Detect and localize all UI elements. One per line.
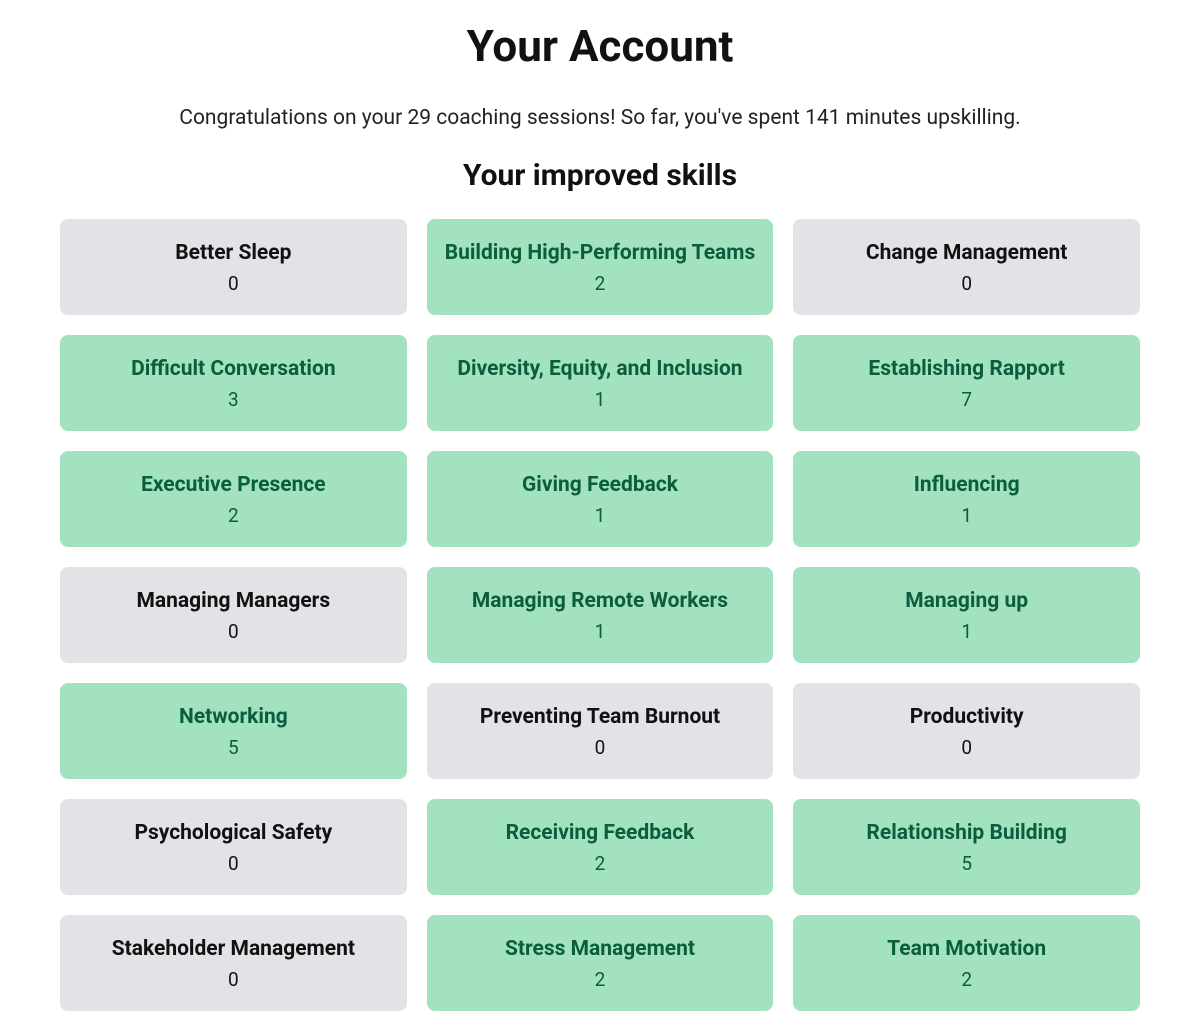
skill-label: Managing Remote Workers (472, 589, 728, 614)
skill-card[interactable]: Managing Remote Workers 1 (427, 567, 774, 663)
skill-label: Stress Management (505, 937, 695, 962)
skill-count: 1 (595, 620, 606, 643)
skill-card[interactable]: Stakeholder Management 0 (60, 915, 407, 1011)
skill-label: Productivity (910, 705, 1024, 730)
skill-card[interactable]: Team Motivation 2 (793, 915, 1140, 1011)
skill-count: 1 (595, 504, 606, 527)
skill-label: Executive Presence (141, 473, 326, 498)
section-title: Your improved skills (60, 158, 1140, 193)
skill-label: Better Sleep (175, 241, 291, 266)
skill-card[interactable]: Establishing Rapport 7 (793, 335, 1140, 431)
skill-label: Relationship Building (866, 821, 1066, 846)
skill-count: 2 (595, 852, 606, 875)
skill-count: 0 (961, 272, 972, 295)
skill-count: 2 (595, 272, 606, 295)
skill-label: Difficult Conversation (131, 357, 336, 382)
skill-count: 0 (961, 736, 972, 759)
skill-label: Team Motivation (887, 937, 1046, 962)
skill-card[interactable]: Executive Presence 2 (60, 451, 407, 547)
skill-count: 1 (961, 620, 972, 643)
skill-count: 2 (961, 968, 972, 991)
skill-count: 1 (595, 388, 606, 411)
skill-label: Influencing (914, 473, 1020, 498)
skill-count: 7 (961, 388, 972, 411)
skill-label: Building High-Performing Teams (445, 241, 756, 266)
skill-card[interactable]: Giving Feedback 1 (427, 451, 774, 547)
skill-label: Establishing Rapport (868, 357, 1064, 382)
skill-count: 5 (961, 852, 972, 875)
skill-label: Networking (179, 705, 288, 730)
congrats-text: Congratulations on your 29 coaching sess… (60, 106, 1140, 130)
skill-card[interactable]: Diversity, Equity, and Inclusion 1 (427, 335, 774, 431)
skill-count: 0 (228, 852, 239, 875)
skill-label: Stakeholder Management (112, 937, 355, 962)
skill-label: Diversity, Equity, and Inclusion (457, 357, 742, 382)
skill-count: 5 (228, 736, 239, 759)
page-title: Your Account (60, 20, 1140, 72)
skill-card[interactable]: Change Management 0 (793, 219, 1140, 315)
skill-card[interactable]: Managing up 1 (793, 567, 1140, 663)
skill-label: Managing Managers (137, 589, 331, 614)
skill-card[interactable]: Productivity 0 (793, 683, 1140, 779)
skill-count: 1 (961, 504, 972, 527)
skill-card[interactable]: Difficult Conversation 3 (60, 335, 407, 431)
skill-card[interactable]: Relationship Building 5 (793, 799, 1140, 895)
skill-count: 3 (228, 388, 239, 411)
skill-label: Managing up (905, 589, 1028, 614)
skill-card[interactable]: Stress Management 2 (427, 915, 774, 1011)
skill-label: Giving Feedback (522, 473, 678, 498)
skill-count: 0 (228, 968, 239, 991)
skill-card[interactable]: Influencing 1 (793, 451, 1140, 547)
skill-card[interactable]: Networking 5 (60, 683, 407, 779)
skill-card[interactable]: Psychological Safety 0 (60, 799, 407, 895)
skill-card[interactable]: Better Sleep 0 (60, 219, 407, 315)
skill-card[interactable]: Building High-Performing Teams 2 (427, 219, 774, 315)
skill-label: Preventing Team Burnout (480, 705, 720, 730)
skill-label: Psychological Safety (134, 821, 332, 846)
skill-label: Change Management (866, 241, 1067, 266)
skill-card[interactable]: Receiving Feedback 2 (427, 799, 774, 895)
skill-label: Receiving Feedback (506, 821, 695, 846)
skills-grid: Better Sleep 0 Building High-Performing Te… (60, 219, 1140, 1011)
skill-count: 0 (228, 620, 239, 643)
skill-count: 0 (595, 736, 606, 759)
skill-card[interactable]: Managing Managers 0 (60, 567, 407, 663)
skill-count: 2 (595, 968, 606, 991)
skill-count: 2 (228, 504, 239, 527)
skill-card[interactable]: Preventing Team Burnout 0 (427, 683, 774, 779)
skill-count: 0 (228, 272, 239, 295)
